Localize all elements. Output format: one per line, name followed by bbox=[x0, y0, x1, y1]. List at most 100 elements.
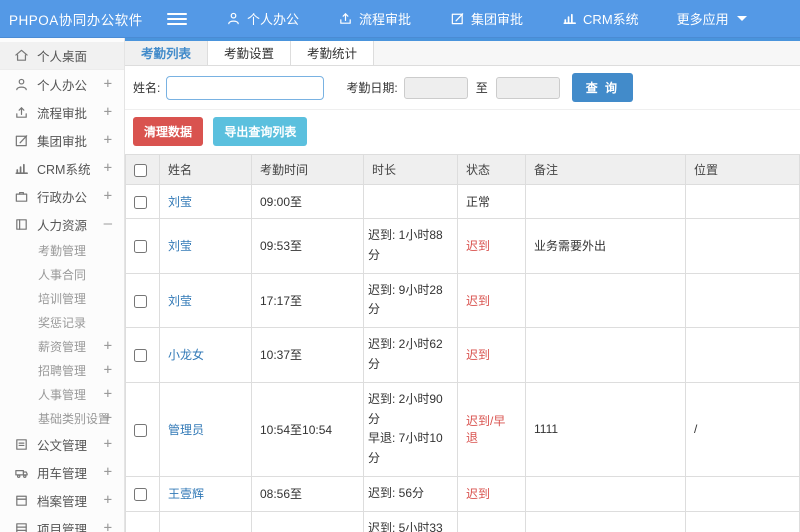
archive-icon bbox=[14, 493, 29, 508]
status-badge: 迟到 bbox=[466, 239, 491, 254]
duration-cell: 迟到: 2小时62分 bbox=[363, 327, 458, 383]
note-cell bbox=[525, 272, 686, 329]
export-list-button[interactable]: 导出查询列表 bbox=[213, 117, 308, 146]
expand-icon[interactable]: + bbox=[104, 464, 112, 480]
table-row: 刘莹 09:00至 正常 bbox=[125, 184, 800, 219]
column-header: 姓名 bbox=[159, 154, 252, 185]
expand-icon[interactable]: + bbox=[104, 386, 112, 402]
expand-icon[interactable]: + bbox=[104, 520, 112, 532]
expand-icon[interactable]: + bbox=[104, 338, 112, 354]
nav-item-label: 流程审批 bbox=[359, 12, 412, 27]
row-checkbox[interactable] bbox=[134, 195, 147, 209]
sidebar-item-workflow-approval[interactable]: 流程审批 + bbox=[0, 98, 124, 126]
sidebar-menu: 个人桌面 个人办公 + 流程审批 + 集团审批 + CRM系统 + 行政办公 + 人力资源 – 考勤管理人… bbox=[0, 38, 125, 532]
table-row: 黄蓉13:20至13:20迟到: 5小时33分早退: 4小时67分迟到/早退 / bbox=[125, 510, 800, 532]
sidebar-subitem-attendance-management[interactable]: 考勤管理 bbox=[0, 238, 124, 262]
date-to-input[interactable] bbox=[495, 76, 560, 99]
attendance-time-cell: 10:54至10:54 bbox=[251, 381, 364, 477]
expand-icon[interactable]: + bbox=[104, 160, 112, 176]
chevron-down-icon bbox=[736, 16, 747, 21]
sidebar-item-label: 项目管理 bbox=[37, 522, 88, 532]
sidebar-item-personal-desktop[interactable]: 个人桌面 bbox=[0, 42, 124, 70]
status-cell: 正常 bbox=[457, 184, 526, 219]
status-cell: 迟到 bbox=[457, 272, 526, 329]
name-cell: 王壹辉 bbox=[159, 475, 252, 512]
project-icon bbox=[14, 521, 29, 532]
row-checkbox[interactable] bbox=[134, 423, 147, 437]
note-cell: 1111 bbox=[525, 381, 686, 477]
expand-icon[interactable]: + bbox=[104, 76, 112, 92]
tab-attendance-list[interactable]: 考勤列表 bbox=[125, 41, 209, 65]
location-cell bbox=[685, 327, 800, 383]
expand-icon[interactable]: + bbox=[104, 104, 112, 120]
name-cell: 刘莹 bbox=[159, 184, 252, 219]
expand-icon[interactable]: + bbox=[104, 188, 112, 204]
sidebar-item-group-approval[interactable]: 集团审批 + bbox=[0, 126, 124, 154]
note-cell bbox=[525, 475, 686, 512]
table-row: 小龙女 10:37至 迟到: 2小时62分 迟到 bbox=[125, 327, 800, 383]
row-checkbox-cell bbox=[125, 272, 160, 329]
employee-name-link[interactable]: 刘莹 bbox=[168, 239, 192, 253]
sidebar-subitem-reward-punishment-records[interactable]: 奖惩记录 bbox=[0, 310, 124, 334]
row-checkbox[interactable] bbox=[134, 488, 147, 502]
sidebar-item-personal-office[interactable]: 个人办公 + bbox=[0, 70, 124, 98]
row-checkbox-cell bbox=[125, 184, 160, 219]
sidebar-subitem-personnel-contract[interactable]: 人事合同 bbox=[0, 262, 124, 286]
sidebar-item-crm-system[interactable]: CRM系统 + bbox=[0, 154, 124, 182]
collapse-icon[interactable]: – bbox=[104, 216, 112, 232]
search-button[interactable]: 查 询 bbox=[571, 73, 634, 102]
tab-attendance-statistics[interactable]: 考勤统计 bbox=[291, 41, 375, 65]
expand-icon[interactable]: + bbox=[104, 132, 112, 148]
employee-name-link[interactable]: 管理员 bbox=[168, 423, 204, 437]
sidebar-item-human-resources[interactable]: 人力资源 – bbox=[0, 210, 124, 238]
row-checkbox[interactable] bbox=[134, 294, 147, 308]
sidebar-item-project-management[interactable]: 项目管理 + bbox=[0, 514, 124, 532]
attendance-time-cell: 10:37至 bbox=[251, 327, 364, 383]
date-filter-label: 考勤日期: bbox=[346, 81, 398, 95]
sidebar-subitem-personnel-management[interactable]: 人事管理 + bbox=[0, 382, 124, 406]
name-filter-label: 姓名: bbox=[133, 81, 161, 95]
sidebar-item-admin-office[interactable]: 行政办公 + bbox=[0, 182, 124, 210]
select-all-checkbox[interactable] bbox=[134, 163, 147, 177]
row-checkbox[interactable] bbox=[134, 349, 147, 363]
note-cell: 业务需要外出 bbox=[525, 218, 686, 274]
employee-name-link[interactable]: 刘莹 bbox=[168, 294, 192, 308]
sidebar-subitem-salary-management[interactable]: 薪资管理 + bbox=[0, 334, 124, 358]
employee-name-link[interactable]: 刘莹 bbox=[168, 195, 192, 209]
hamburger-menu-icon[interactable] bbox=[167, 12, 187, 25]
nav-item-label: 更多应用 bbox=[676, 12, 729, 27]
name-filter-input[interactable] bbox=[166, 75, 325, 100]
column-header: 时长 bbox=[363, 154, 458, 185]
nav-item-more-apps[interactable]: 更多应用 bbox=[667, 0, 757, 38]
nav-item-crm-system[interactable]: CRM系统 bbox=[551, 0, 649, 38]
table-header-row: 姓名 考勤时间 时长 状态 备注 位置 bbox=[125, 154, 800, 185]
sidebar-subitem-training-management[interactable]: 培训管理 bbox=[0, 286, 124, 310]
status-badge: 迟到 bbox=[466, 487, 491, 502]
sidebar-subitem-label: 基础类别设置 bbox=[38, 411, 111, 426]
clean-data-button[interactable]: 清理数据 bbox=[133, 117, 204, 146]
attendance-table: 姓名 考勤时间 时长 状态 备注 位置 刘莹 09:00至 正常 刘莹 09:53至 迟到: 1小时… bbox=[125, 154, 800, 532]
date-from-input[interactable] bbox=[403, 76, 468, 99]
expand-icon[interactable]: + bbox=[104, 410, 112, 426]
employee-name-link[interactable]: 王壹辉 bbox=[168, 487, 204, 501]
attendance-time-cell: 08:56至 bbox=[251, 475, 364, 512]
nav-item-personal-office[interactable]: 个人办公 bbox=[215, 0, 309, 38]
sidebar-item-vehicle-management[interactable]: 用车管理 + bbox=[0, 458, 124, 486]
nav-item-group-approval[interactable]: 集团审批 bbox=[439, 0, 533, 38]
expand-icon[interactable]: + bbox=[104, 492, 112, 508]
nav-item-workflow-approval[interactable]: 流程审批 bbox=[327, 0, 421, 38]
expand-icon[interactable]: + bbox=[104, 362, 112, 378]
note-cell bbox=[525, 184, 686, 219]
status-cell: 迟到 bbox=[457, 218, 526, 274]
sidebar-subitem-base-category-settings[interactable]: 基础类别设置 + bbox=[0, 406, 124, 430]
sidebar-subitem-recruitment-management[interactable]: 招聘管理 + bbox=[0, 358, 124, 382]
row-checkbox[interactable] bbox=[134, 239, 147, 253]
sidebar-item-archive-management[interactable]: 档案管理 + bbox=[0, 486, 124, 514]
tab-attendance-settings[interactable]: 考勤设置 bbox=[208, 41, 292, 65]
share-icon bbox=[337, 11, 353, 27]
employee-name-link[interactable]: 小龙女 bbox=[168, 348, 204, 362]
sidebar-item-document-management[interactable]: 公文管理 + bbox=[0, 430, 124, 458]
attendance-time-cell: 09:00至 bbox=[251, 184, 364, 219]
expand-icon[interactable]: + bbox=[104, 436, 112, 452]
column-header: 位置 bbox=[685, 154, 800, 185]
